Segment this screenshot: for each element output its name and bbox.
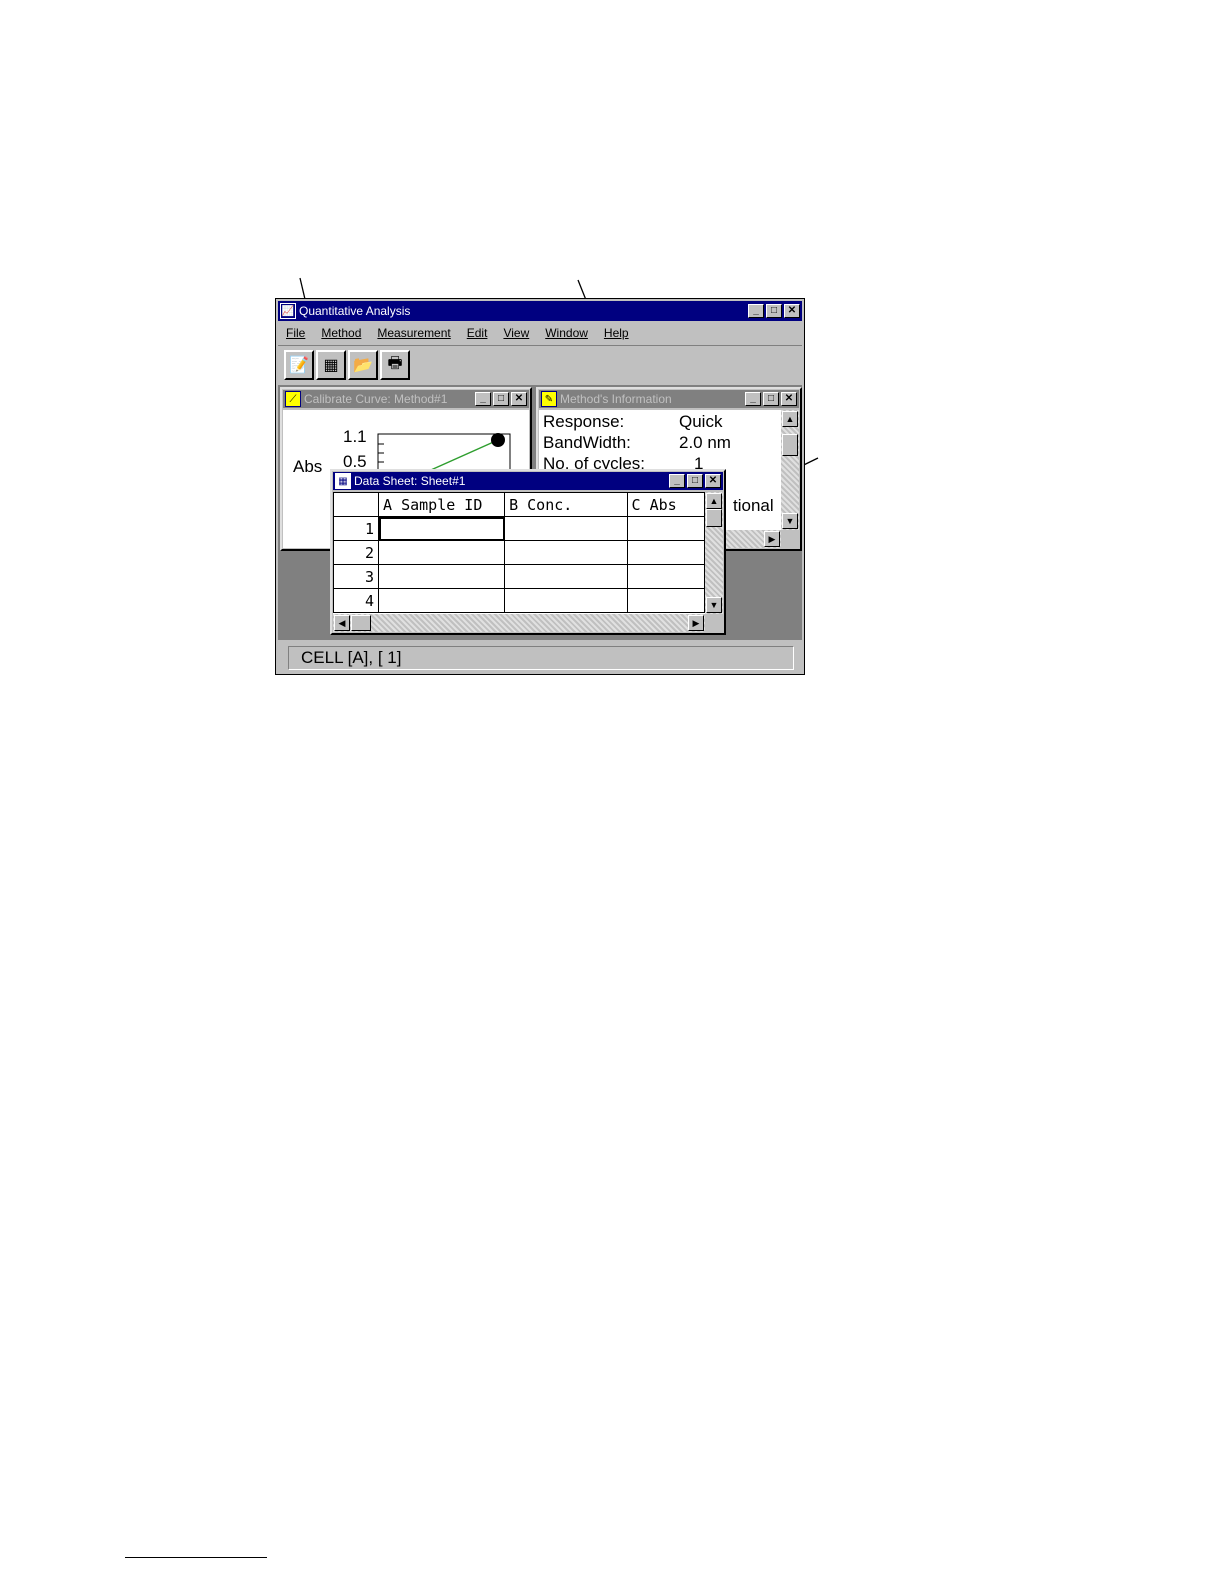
info-value-bandwidth: 2.0 nm: [679, 433, 731, 452]
row-header[interactable]: 3: [333, 564, 380, 589]
main-window: 📈 Quantitative Analysis _ □ ✕ File Metho…: [275, 298, 805, 675]
calibrate-curve-title: Calibrate Curve: Method#1: [304, 392, 448, 406]
row-header[interactable]: 4: [333, 588, 380, 613]
menu-edit[interactable]: Edit: [467, 326, 488, 340]
info-minimize-button[interactable]: _: [745, 392, 761, 406]
menu-view[interactable]: View: [503, 326, 529, 340]
info-label: Response:: [543, 412, 625, 431]
column-header-c[interactable]: C Abs: [626, 492, 705, 517]
table-row: 2: [333, 540, 705, 565]
scroll-right-button[interactable]: ▶: [764, 531, 780, 547]
datasheet-icon: ▦: [323, 357, 339, 374]
method-info-title: Method's Information: [560, 392, 672, 406]
data-sheet-title: Data Sheet: Sheet#1: [354, 474, 466, 488]
app-chart-icon: 📈: [280, 303, 296, 319]
info-icon: ✎: [541, 391, 557, 407]
data-table: A Sample ID B Conc. C Abs 1 2 3 4: [333, 492, 705, 613]
sheet-close-button[interactable]: ✕: [705, 474, 721, 488]
table-cell[interactable]: [378, 588, 506, 613]
table-cell[interactable]: [504, 588, 628, 613]
open-button[interactable]: 📂: [348, 350, 378, 380]
sheet-maximize-button[interactable]: □: [687, 474, 703, 488]
menu-measurement[interactable]: Measurement: [377, 326, 450, 340]
info-row-response: Response:: [543, 412, 624, 432]
y-axis-label: Abs: [293, 457, 322, 476]
data-sheet-title-bar[interactable]: ▦ Data Sheet: Sheet#1 _ □ ✕: [333, 472, 723, 490]
table-cell[interactable]: [626, 540, 705, 565]
table-row: 1: [333, 516, 705, 541]
info-row-bandwidth: BandWidth:: [543, 433, 631, 453]
table-cell[interactable]: [626, 516, 705, 541]
sheet-horizontal-scrollbar[interactable]: ◀ ▶: [333, 614, 705, 632]
sheet-scroll-right-button[interactable]: ▶: [688, 615, 704, 631]
sheet-scroll-up-button[interactable]: ▲: [706, 493, 722, 509]
method-button[interactable]: 📝: [284, 350, 314, 380]
menu-window[interactable]: Window: [545, 326, 588, 340]
row-header[interactable]: 1: [333, 516, 380, 541]
menu-file[interactable]: File: [286, 326, 305, 340]
curve-icon: ⟋: [285, 391, 301, 407]
table-cell[interactable]: [504, 540, 628, 565]
info-vertical-scrollbar[interactable]: ▲ ▼: [781, 410, 799, 530]
data-point: [491, 433, 505, 447]
sheet-minimize-button[interactable]: _: [669, 474, 685, 488]
row-header[interactable]: 2: [333, 540, 380, 565]
mdi-client-area: ⟋ Calibrate Curve: Method#1 _ □ ✕ Abs 1.…: [278, 385, 802, 640]
status-cell-indicator: CELL [A], [ 1]: [288, 646, 794, 670]
main-title-bar[interactable]: 📈 Quantitative Analysis _ □ ✕: [278, 301, 802, 321]
main-window-title: Quantitative Analysis: [299, 304, 411, 318]
sheet-hscroll-thumb[interactable]: [351, 615, 371, 631]
open-folder-icon: 📂: [353, 357, 373, 374]
info-partial-text: tional: [733, 496, 774, 515]
calibrate-curve-title-bar[interactable]: ⟋ Calibrate Curve: Method#1 _ □ ✕: [283, 390, 529, 408]
calib-minimize-button[interactable]: _: [475, 392, 491, 406]
table-row: 4: [333, 588, 705, 613]
footnote-rule: [125, 1557, 267, 1558]
info-close-button[interactable]: ✕: [781, 392, 797, 406]
sheet-scroll-left-button[interactable]: ◀: [334, 615, 350, 631]
scroll-down-button[interactable]: ▼: [782, 513, 798, 529]
table-cell[interactable]: [626, 588, 705, 613]
method-icon: 📝: [289, 357, 309, 374]
toolbar: 📝 ▦ 📂 🖶: [278, 345, 802, 384]
datasheet-button[interactable]: ▦: [316, 350, 346, 380]
table-row: 3: [333, 564, 705, 589]
info-label: BandWidth:: [543, 433, 631, 452]
menu-bar: File Method Measurement Edit View Window…: [278, 323, 802, 343]
corner-cell[interactable]: [333, 492, 380, 517]
printer-icon: 🖶: [387, 354, 403, 372]
scroll-thumb[interactable]: [782, 434, 798, 456]
info-value-response: Quick: [679, 412, 723, 431]
table-cell[interactable]: [378, 540, 506, 565]
minimize-button[interactable]: _: [748, 304, 764, 318]
table-cell[interactable]: [378, 564, 506, 589]
sheet-vertical-scrollbar[interactable]: ▲ ▼: [705, 492, 723, 614]
table-cell[interactable]: [504, 516, 628, 541]
column-header-a[interactable]: A Sample ID: [378, 492, 506, 517]
selected-cell[interactable]: [378, 516, 506, 541]
column-header-b[interactable]: B Conc.: [504, 492, 628, 517]
header-row: A Sample ID B Conc. C Abs: [333, 492, 705, 517]
table-cell[interactable]: [626, 564, 705, 589]
menu-help[interactable]: Help: [604, 326, 629, 340]
close-button[interactable]: ✕: [784, 304, 800, 318]
info-maximize-button[interactable]: □: [763, 392, 779, 406]
grid-icon: ▦: [335, 473, 351, 489]
data-sheet-grid-area: A Sample ID B Conc. C Abs 1 2 3 4: [333, 492, 705, 614]
sheet-scroll-down-button[interactable]: ▼: [706, 597, 722, 613]
data-sheet-window: ▦ Data Sheet: Sheet#1 _ □ ✕ A Sample ID …: [330, 469, 726, 635]
calib-maximize-button[interactable]: □: [493, 392, 509, 406]
maximize-button[interactable]: □: [766, 304, 782, 318]
method-info-title-bar[interactable]: ✎ Method's Information _ □ ✕: [539, 390, 799, 408]
scroll-up-button[interactable]: ▲: [782, 411, 798, 427]
table-cell[interactable]: [504, 564, 628, 589]
calib-close-button[interactable]: ✕: [511, 392, 527, 406]
menu-method[interactable]: Method: [321, 326, 361, 340]
status-bar: CELL [A], [ 1]: [278, 642, 802, 672]
sheet-scroll-thumb[interactable]: [706, 509, 722, 527]
y-tick-top: 1.1: [343, 427, 367, 446]
print-button[interactable]: 🖶: [380, 350, 410, 380]
